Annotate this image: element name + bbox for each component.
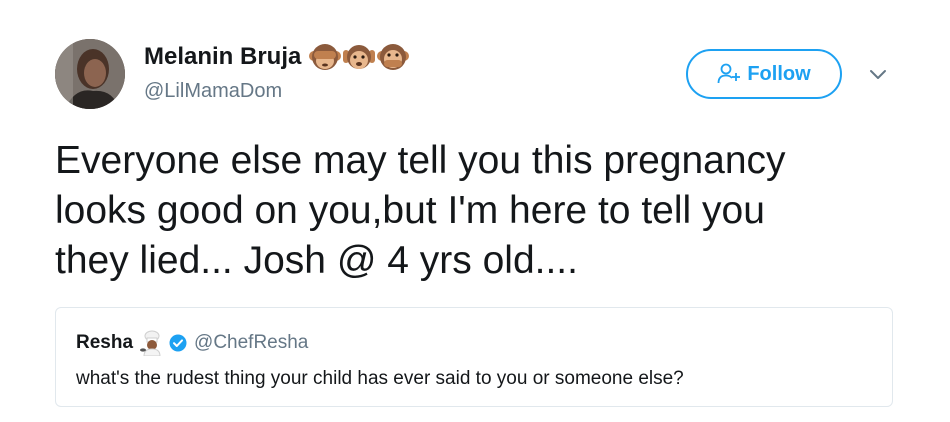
speak-no-evil-monkey-icon [377, 44, 410, 70]
author-name-emojis [309, 42, 410, 72]
hear-no-evil-monkey-icon [343, 45, 376, 69]
follow-button[interactable]: Follow [686, 49, 842, 99]
tweet-text-line: Everyone else may tell you this pregnanc… [55, 139, 786, 182]
tweet-card: Melanin Bruja @LilMamaDom Follow Everyon… [0, 0, 950, 422]
author-name[interactable]: Melanin Bruja [144, 42, 410, 72]
see-no-evil-monkey-icon [309, 44, 342, 70]
author-handle[interactable]: @LilMamaDom [144, 80, 282, 103]
tweet-text: Everyone else may tell you this pregnanc… [55, 136, 875, 286]
quoted-author-name: Resha [76, 332, 134, 353]
verified-badge-icon [169, 334, 187, 352]
quoted-tweet-text: what's the rudest thing your child has e… [76, 368, 684, 389]
tweet-text-line: they lied... Josh @ 4 yrs old.... [55, 239, 578, 282]
user-avatar[interactable] [55, 39, 125, 109]
chevron-down-icon[interactable] [866, 62, 890, 86]
quoted-author-handle: @ChefResha [194, 332, 309, 353]
quoted-tweet[interactable]: Resha @ChefResha what's the rudest thing… [55, 307, 893, 407]
follow-button-label: Follow [747, 62, 811, 85]
author-display-name[interactable]: Melanin Bruja [144, 43, 301, 71]
tweet-text-line: looks good on you,but I'm here to tell y… [55, 189, 765, 232]
cook-icon [140, 330, 161, 356]
add-user-icon [717, 63, 741, 84]
quoted-tweet-header: Resha @ChefResha [76, 330, 308, 356]
